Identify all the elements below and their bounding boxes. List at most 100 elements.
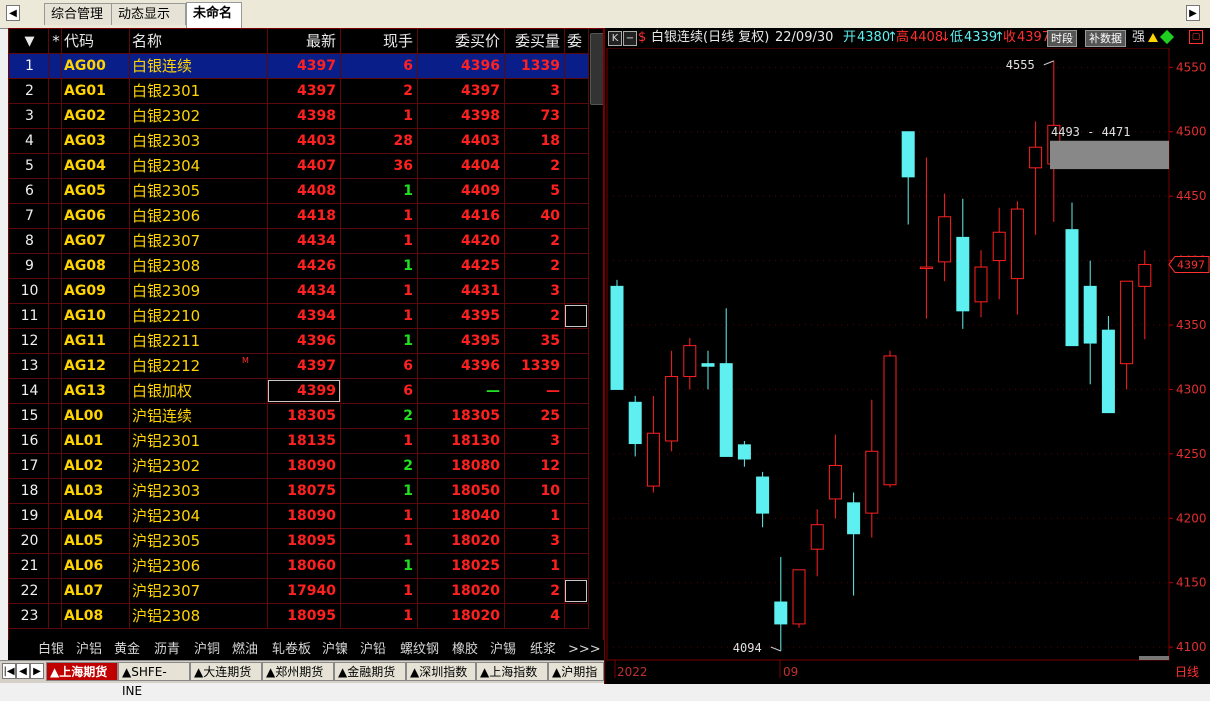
candlestick-chart[interactable]: 4100415042004250430043504400445045004550… bbox=[605, 48, 1210, 684]
header-vol-col[interactable]: 现手 bbox=[341, 29, 418, 54]
header-code-col[interactable]: 代码 bbox=[62, 29, 130, 54]
row-index: 4 bbox=[9, 129, 49, 154]
market-tab-0[interactable]: ▲上海期货 bbox=[46, 662, 118, 681]
row-last: 4396 bbox=[268, 329, 341, 354]
category-strip: 白银 沪铝 黄金 沥青 沪铜 燃油 轧卷板 沪镍 沪铅 螺纹钢 橡胶 沪锡 纸浆 >>> bbox=[8, 640, 604, 660]
row-bid: 4425 bbox=[418, 254, 505, 279]
tab-untitled[interactable]: 未命名 bbox=[186, 2, 242, 28]
row-bid: 18020 bbox=[418, 529, 505, 554]
y-tick-label: 4200 bbox=[1176, 511, 1207, 525]
table-row[interactable]: 13 AG12 白银2212 M 4397 6 4396 1339 bbox=[9, 354, 589, 379]
row-bidvol: 73 bbox=[505, 104, 565, 129]
table-vertical-scrollbar[interactable] bbox=[589, 29, 603, 649]
row-ask bbox=[565, 479, 589, 504]
table-row[interactable]: 10 AG09 白银2309 4434 1 4431 3 bbox=[9, 279, 589, 304]
fill-data-button[interactable]: 补数据 bbox=[1085, 30, 1126, 47]
category-11[interactable]: 沪锡 bbox=[490, 640, 516, 660]
row-ask bbox=[565, 179, 589, 204]
header-last-col[interactable]: 最新 bbox=[268, 29, 341, 54]
table-row[interactable]: 5 AG04 白银2304 4407 36 4404 2 bbox=[9, 154, 589, 179]
header-sort-icon[interactable]: ▼ bbox=[9, 29, 49, 54]
scrollbar-thumb[interactable] bbox=[590, 33, 603, 105]
header-star-col[interactable]: * bbox=[49, 29, 62, 54]
table-row[interactable]: 17 AL02 沪铝2302 18090 2 18080 12 bbox=[9, 454, 589, 479]
table-row[interactable]: 9 AG08 白银2308 4426 1 4425 2 bbox=[9, 254, 589, 279]
row-ask bbox=[565, 404, 589, 429]
market-tab-5[interactable]: ▲深圳指数 bbox=[406, 662, 476, 681]
category-9[interactable]: 螺纹钢 bbox=[400, 640, 439, 660]
category-4[interactable]: 沪铜 bbox=[194, 640, 220, 660]
table-row[interactable]: 22 AL07 沪铝2307 17940 1 18020 2 bbox=[9, 579, 589, 604]
table-row[interactable]: 14 AG13 白银加权 4399 6— — bbox=[9, 379, 589, 404]
table-row[interactable]: 1 AG00 白银连续 4397 6 4396 1339 bbox=[9, 54, 589, 79]
row-index: 8 bbox=[9, 229, 49, 254]
table-row[interactable]: 7 AG06 白银2306 4418 1 4416 40 bbox=[9, 204, 589, 229]
row-star bbox=[49, 229, 62, 254]
table-row[interactable]: 8 AG07 白银2307 4434 1 4420 2 bbox=[9, 229, 589, 254]
table-row[interactable]: 19 AL04 沪铝2304 18090 1 18040 1 bbox=[9, 504, 589, 529]
market-scroll-first-icon[interactable]: |◀ bbox=[2, 663, 16, 679]
candle-body bbox=[883, 355, 897, 486]
time-period-button[interactable]: 时段 bbox=[1047, 30, 1077, 47]
table-row[interactable]: 2 AG01 白银2301 4397 2 4397 3 bbox=[9, 79, 589, 104]
market-tab-1[interactable]: ▲SHFE-INE bbox=[118, 662, 190, 698]
table-row[interactable]: 3 AG02 白银2302 4398 1 4398 73 bbox=[9, 104, 589, 129]
tab-dynamic-board[interactable]: 动态显示牌 bbox=[111, 3, 186, 44]
market-tab-7[interactable]: ▲沪期指 bbox=[548, 662, 604, 681]
k-button[interactable]: K bbox=[608, 31, 622, 46]
row-name: 白银2305 bbox=[130, 179, 268, 204]
category-7[interactable]: 沪镍 bbox=[322, 640, 348, 660]
category-3[interactable]: 沥青 bbox=[154, 640, 180, 660]
category-1[interactable]: 沪铝 bbox=[76, 640, 102, 660]
chart-date: 22/09/30 bbox=[775, 30, 834, 45]
table-row[interactable]: 11 AG10 白银2210 4394 1 4395 2 bbox=[9, 304, 589, 329]
table-row[interactable]: 20 AL05 沪铝2305 18095 1 18020 3 bbox=[9, 529, 589, 554]
table-row[interactable]: 16 AL01 沪铝2301 18135 1 18130 3 bbox=[9, 429, 589, 454]
row-bidvol: 1339 bbox=[505, 354, 565, 379]
row-bidvol: 2 bbox=[505, 154, 565, 179]
category-0[interactable]: 白银 bbox=[38, 640, 64, 660]
row-vol: 1 bbox=[341, 554, 418, 579]
tab-scroll-left-icon[interactable]: ◀ bbox=[6, 5, 20, 21]
tab-scroll-right-icon[interactable]: ▶ bbox=[1186, 5, 1200, 21]
table-row[interactable]: 4 AG03 白银2303 4403 28 4403 18 bbox=[9, 129, 589, 154]
market-tab-6[interactable]: ▲上海指数 bbox=[476, 662, 548, 681]
row-bidvol: 18 bbox=[505, 129, 565, 154]
candle-body bbox=[1138, 263, 1152, 287]
market-tab-4[interactable]: ▲金融期货 bbox=[334, 662, 406, 681]
category-5[interactable]: 燃油 bbox=[232, 640, 258, 660]
category-10[interactable]: 橡胶 bbox=[452, 640, 478, 660]
table-row[interactable]: 6 AG05 白银2305 4408 1 4409 5 bbox=[9, 179, 589, 204]
row-star bbox=[49, 54, 62, 79]
header-ask-col[interactable]: 委 bbox=[565, 29, 589, 54]
row-ask bbox=[565, 579, 589, 604]
tab-overview[interactable]: 综合管理 bbox=[44, 3, 112, 25]
header-name-col[interactable]: 名称 bbox=[130, 29, 268, 54]
table-row[interactable]: 23 AL08 沪铝2308 18095 1 18020 4 bbox=[9, 604, 589, 629]
market-scroll-next-icon[interactable]: ▶ bbox=[30, 663, 44, 679]
table-row[interactable]: 21 AL06 沪铝2306 18060 1 18025 1 bbox=[9, 554, 589, 579]
minus-button[interactable]: − bbox=[623, 31, 637, 46]
high-value: 4408 bbox=[910, 30, 944, 45]
row-index: 22 bbox=[9, 579, 49, 604]
row-index: 1 bbox=[9, 54, 49, 79]
table-row[interactable]: 15 AL00 沪铝连续 18305 2 18305 25 bbox=[9, 404, 589, 429]
candle-body bbox=[938, 216, 952, 263]
market-scroll-prev-icon[interactable]: ◀ bbox=[16, 663, 30, 679]
period-label: 日线 bbox=[1175, 665, 1199, 679]
row-index: 6 bbox=[9, 179, 49, 204]
category-8[interactable]: 沪铅 bbox=[360, 640, 386, 660]
window-restore-icon[interactable]: ▢ bbox=[1189, 30, 1203, 44]
header-bid-col[interactable]: 委买价 bbox=[418, 29, 505, 54]
market-tab-3[interactable]: ▲郑州期货 bbox=[262, 662, 334, 681]
category-12[interactable]: 纸浆 bbox=[530, 640, 556, 660]
row-star bbox=[49, 104, 62, 129]
alert-icon[interactable] bbox=[1148, 33, 1158, 42]
category-13[interactable]: >>> bbox=[568, 640, 601, 660]
category-6[interactable]: 轧卷板 bbox=[272, 640, 311, 660]
table-row[interactable]: 18 AL03 沪铝2303 18075 1 18050 10 bbox=[9, 479, 589, 504]
category-2[interactable]: 黄金 bbox=[114, 640, 140, 660]
header-bidvol-col[interactable]: 委买量 bbox=[505, 29, 565, 54]
table-row[interactable]: 12 AG11 白银2211 4396 1 4395 35 bbox=[9, 329, 589, 354]
market-tab-2[interactable]: ▲大连期货 bbox=[190, 662, 262, 681]
